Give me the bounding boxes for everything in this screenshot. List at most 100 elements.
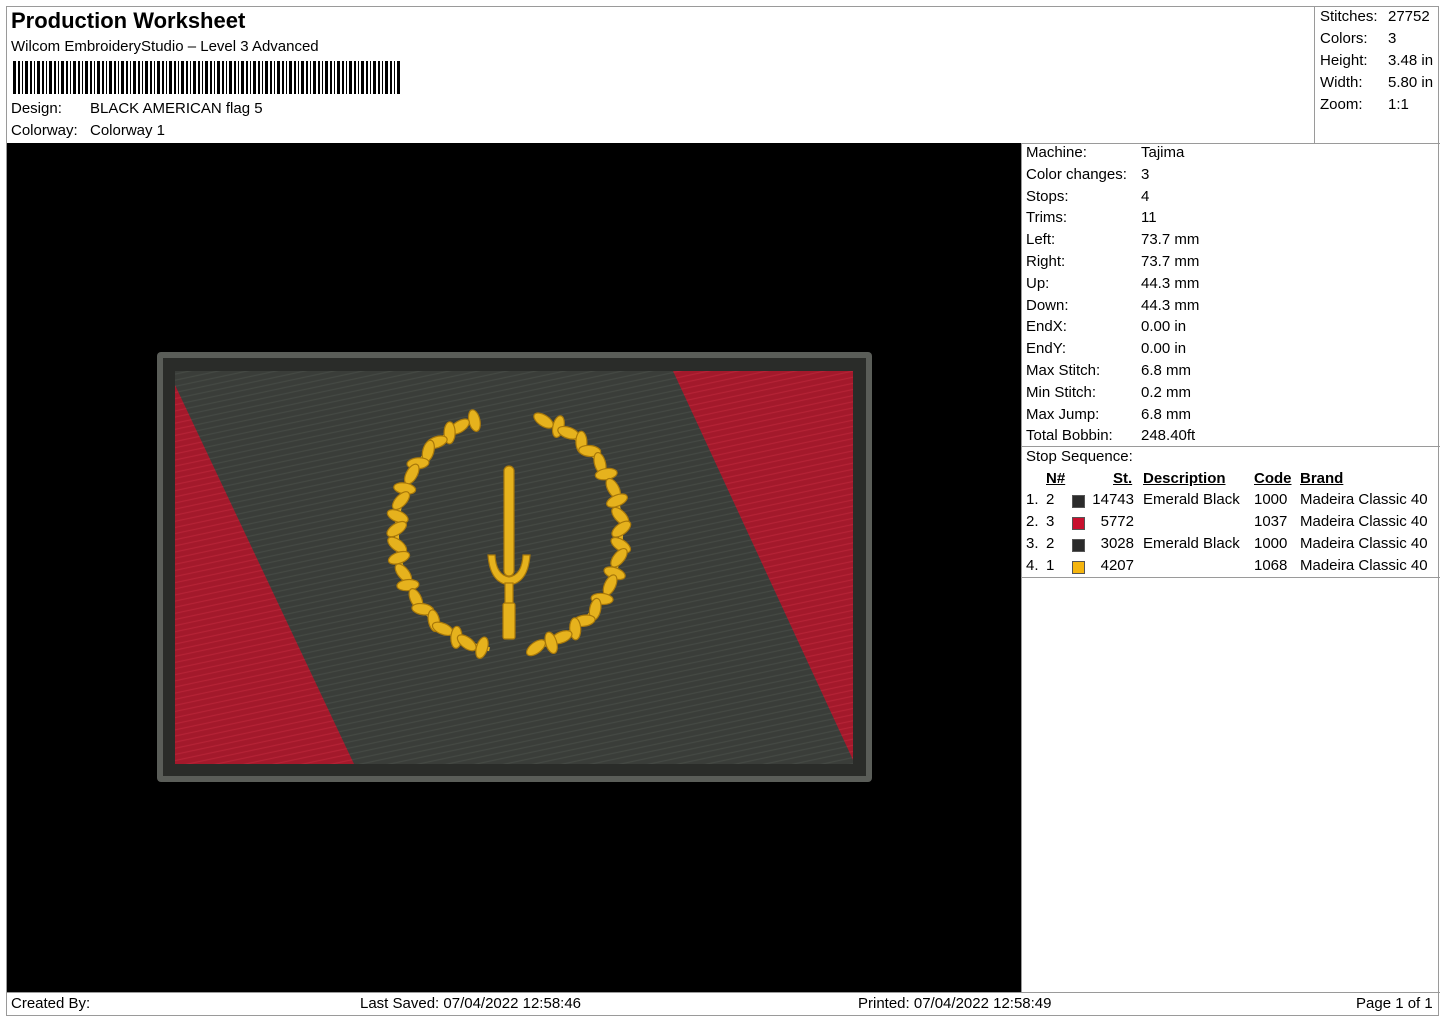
needle-number: 2 [1046, 535, 1055, 552]
summary-row: Colors: 3 [1320, 30, 1396, 47]
property-label: Color changes: [1026, 165, 1127, 183]
property-label: Up: [1026, 274, 1050, 292]
col-header-code: Code [1254, 470, 1292, 487]
design-name: BLACK AMERICAN flag 5 [90, 100, 263, 117]
property-row: Machine: Tajima [1026, 144, 1184, 161]
property-value: 11 [1141, 209, 1157, 227]
colorway-label: Colorway: [11, 122, 78, 139]
stop-sequence-title: Stop Sequence: [1026, 448, 1133, 465]
thread-code: 1068 [1254, 557, 1288, 574]
col-header-st: St. [1113, 470, 1133, 487]
property-value: 0.00 in [1141, 340, 1187, 358]
divider [1022, 577, 1440, 578]
property-value: 73.7 mm [1141, 231, 1200, 249]
last-saved: Last Saved: 07/04/2022 12:58:46 [360, 995, 582, 1012]
stitch-count: 5772 [1100, 513, 1134, 530]
thread-color-swatch [1072, 561, 1085, 574]
property-label: Right: [1026, 253, 1066, 270]
property-row: Down: 44.3 mm [1026, 297, 1199, 314]
summary-row: Height: 3.48 in [1320, 52, 1433, 69]
col-header-brand: Brand [1300, 470, 1344, 487]
property-value: 0.2 mm [1141, 383, 1192, 401]
design-row: Design: BLACK AMERICAN flag 5 [11, 100, 263, 117]
thread-brand: Madeira Classic 40 [1300, 557, 1428, 574]
production-worksheet: Production Worksheet Wilcom EmbroiderySt… [6, 6, 1440, 1016]
property-value: 248.40ft [1141, 427, 1196, 445]
stop-index: 4. [1026, 557, 1039, 574]
colorway-row: Colorway: Colorway 1 [11, 122, 165, 139]
summary-row: Zoom: 1:1 [1320, 96, 1409, 113]
thread-color-swatch [1072, 495, 1085, 508]
summary-row: Stitches: 27752 [1320, 8, 1430, 25]
property-row: EndY: 0.00 in [1026, 340, 1186, 357]
needle-number: 3 [1046, 513, 1055, 530]
design-summary: Stitches: 27752 Colors: 3 Height: 3.48 in W… [1314, 7, 1440, 143]
property-label: Min Stitch: [1026, 383, 1097, 401]
property-value: 0.00 in [1141, 318, 1187, 336]
needle-number: 2 [1046, 491, 1055, 508]
printed-date: Printed: 07/04/2022 12:58:49 [858, 995, 1052, 1012]
properties-panel: Machine: Tajima Color changes: 3 Stops: 4 Trim… [1021, 143, 1440, 992]
property-label: Down: [1026, 296, 1069, 314]
property-label: Max Jump: [1026, 405, 1100, 423]
barcode [13, 61, 400, 94]
property-value: 6.8 mm [1141, 405, 1192, 423]
summary-label: Width: [1320, 74, 1363, 91]
thread-description: Emerald Black [1143, 535, 1240, 552]
property-label: Total Bobbin: [1026, 427, 1113, 445]
stitch-count: 14743 [1092, 491, 1134, 508]
summary-label: Colors: [1320, 30, 1368, 47]
thread-brand: Madeira Classic 40 [1300, 535, 1428, 552]
stitch-count: 3028 [1100, 535, 1134, 552]
property-label: EndY: [1026, 340, 1067, 358]
property-row: Stops: 4 [1026, 188, 1149, 205]
property-row: Trims: 11 [1026, 209, 1157, 226]
col-header-description: Description [1143, 470, 1226, 487]
property-label: EndX: [1026, 318, 1067, 336]
property-value: 3 [1141, 165, 1150, 183]
design-preview [7, 143, 1021, 992]
thread-brand: Madeira Classic 40 [1300, 491, 1428, 508]
stop-index: 1. [1026, 491, 1039, 508]
property-value: 4 [1141, 187, 1150, 205]
property-label: Left: [1026, 231, 1056, 249]
created-by: Created By: [11, 995, 91, 1012]
property-row: Total Bobbin: 248.40ft [1026, 427, 1195, 444]
worksheet-footer: Created By: Last Saved: 07/04/2022 12:58… [7, 992, 1440, 1016]
property-label: Stops: [1026, 187, 1069, 205]
summary-label: Zoom: [1320, 96, 1363, 113]
stop-index: 3. [1026, 535, 1039, 552]
summary-label: Height: [1320, 52, 1368, 69]
thread-description: Emerald Black [1143, 491, 1240, 508]
worksheet-header: Production Worksheet Wilcom EmbroiderySt… [7, 7, 1313, 143]
stitch-count: 4207 [1100, 557, 1134, 574]
property-value: 6.8 mm [1141, 362, 1192, 379]
thread-color-swatch [1072, 517, 1085, 530]
design-label: Design: [11, 100, 62, 117]
worksheet-title: Production Worksheet [11, 8, 246, 33]
summary-label: Stitches: [1320, 8, 1378, 25]
thread-color-swatch [1072, 539, 1085, 552]
property-row: Up: 44.3 mm [1026, 275, 1199, 292]
thread-code: 1037 [1254, 513, 1288, 530]
summary-value: 3 [1388, 30, 1397, 47]
property-row: Color changes: 3 [1026, 166, 1149, 183]
property-label: Machine: [1026, 144, 1087, 161]
thread-brand: Madeira Classic 40 [1300, 513, 1428, 530]
summary-value: 1:1 [1388, 96, 1409, 113]
software-name: Wilcom EmbroideryStudio – Level 3 Advanc… [11, 38, 319, 55]
property-row: EndX: 0.00 in [1026, 318, 1186, 335]
property-row: Right: 73.7 mm [1026, 253, 1199, 270]
col-header-n: N# [1046, 470, 1066, 487]
stop-index: 2. [1026, 513, 1039, 530]
property-row: Max Jump: 6.8 mm [1026, 406, 1191, 423]
property-value: 44.3 mm [1141, 274, 1200, 292]
embroidery-preview [157, 352, 872, 782]
property-value: 73.7 mm [1141, 253, 1200, 270]
thread-code: 1000 [1254, 535, 1288, 552]
property-value: Tajima [1141, 144, 1185, 161]
thread-code: 1000 [1254, 491, 1288, 508]
property-label: Max Stitch: [1026, 362, 1101, 379]
page-number: Page 1 of 1 [1356, 995, 1433, 1012]
property-row: Max Stitch: 6.8 mm [1026, 362, 1191, 379]
